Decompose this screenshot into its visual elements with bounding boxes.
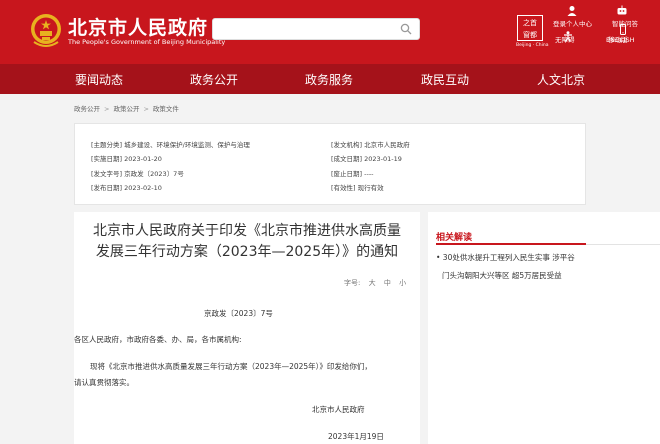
site-subtitle: The People's Government of Beijing Munic… [68,38,226,46]
logo-char: 窗 [523,31,530,39]
logo-char: 首 [530,19,537,27]
related-link[interactable]: 门头沟朝阳大兴等区 超5万居民受益 [442,270,562,281]
document-content: 北京市人民政府关于印发《北京市推进供水高质量 发展三年行动方案（2023年—20… [74,212,420,444]
national-emblem-icon[interactable] [30,12,62,48]
document-recipients: 各区人民政府，市政府各委、办、局，各市属机构: [74,335,242,344]
document-body-line: 现将《北京市推进供水高质量发展三年行动方案（2023年—2025年）》印发给你们… [90,362,372,371]
logo-char: 都 [530,31,537,39]
search-icon[interactable] [400,23,412,35]
main-nav: 要闻动态 政务公开 政务服务 政民互动 人文北京 [0,64,660,94]
nav-culture[interactable]: 人文北京 [537,71,585,88]
nav-news[interactable]: 要闻动态 [75,71,123,88]
nav-open-government[interactable]: 政务公开 [190,71,238,88]
accessible-link[interactable]: 无障碍 [555,34,575,44]
breadcrumb-item[interactable]: 政策文件 [153,105,179,113]
breadcrumb-item[interactable]: 政务公开 [74,105,100,113]
english-link[interactable]: ENGLISH [606,36,635,44]
meta-issuer: [发文机构] 北京市人民政府 [331,141,410,149]
capital-window-logo[interactable]: 之首 窗都 [517,15,543,41]
font-size-large[interactable]: 大 [369,279,376,287]
related-underline [436,243,586,245]
related-link[interactable]: • 30处供水提升工程列入民生实事 涉平谷 [436,252,575,263]
breadcrumb-separator: > [143,105,149,113]
meta-publish-date: [发布日期] 2023-02-10 [91,184,162,192]
robot-icon[interactable] [616,5,628,16]
document-metadata: [主题分类] 城乡建设、环境保护/环境监测、保护与治理 [发文机构] 北京市人民… [74,123,586,205]
document-number: 京政发〔2023〕7号 [204,309,273,318]
meta-abolish-date: [废止日期] ---- [331,170,374,178]
document-title-line: 发展三年行动方案（2023年—2025年）》的通知 [95,244,399,260]
search-input[interactable] [212,18,420,40]
font-size-switcher: 字号: 大 中 小 [344,278,406,288]
meta-topic: [主题分类] 城乡建设、环境保护/环境监测、保护与治理 [91,141,250,149]
nav-services[interactable]: 政务服务 [305,71,353,88]
meta-written-date: [成文日期] 2023-01-19 [331,155,402,163]
breadcrumb-separator: > [104,105,110,113]
document-title-line: 北京市人民政府关于印发《北京市推进供水高质量 [93,223,401,239]
font-size-label: 字号: [344,279,361,287]
document-date: 2023年1月19日 [328,432,384,441]
logo-char: 之 [523,19,530,27]
login-link[interactable]: 登录个人中心 [553,18,592,28]
breadcrumb-item[interactable]: 政策公开 [113,105,139,113]
breadcrumb: 政务公开 > 政策公开 > 政策文件 [74,103,179,113]
related-title: 相关解读 [436,233,473,243]
meta-validity: [有效性] 现行有效 [331,184,384,192]
logo-caption: Beijing · China [516,43,549,48]
font-size-small[interactable]: 小 [399,279,406,287]
document-signature: 北京市人民政府 [312,405,365,414]
font-size-medium[interactable]: 中 [384,279,391,287]
related-sidebar: 相关解读 • 30处供水提升工程列入民生实事 涉平谷 门头沟朝阳大兴等区 超5万… [428,212,660,444]
meta-doc-number: [发文字号] 京政发〔2023〕7号 [91,170,184,178]
user-icon[interactable] [566,5,578,16]
site-header: 北京市人民政府 The People's Government of Beiji… [0,0,660,64]
document-body-line: 请认真贯彻落实。 [74,378,134,387]
meta-implement-date: [实施日期] 2023-01-20 [91,155,162,163]
nav-interaction[interactable]: 政民互动 [421,71,469,88]
site-title[interactable]: 北京市人民政府 [68,13,208,40]
